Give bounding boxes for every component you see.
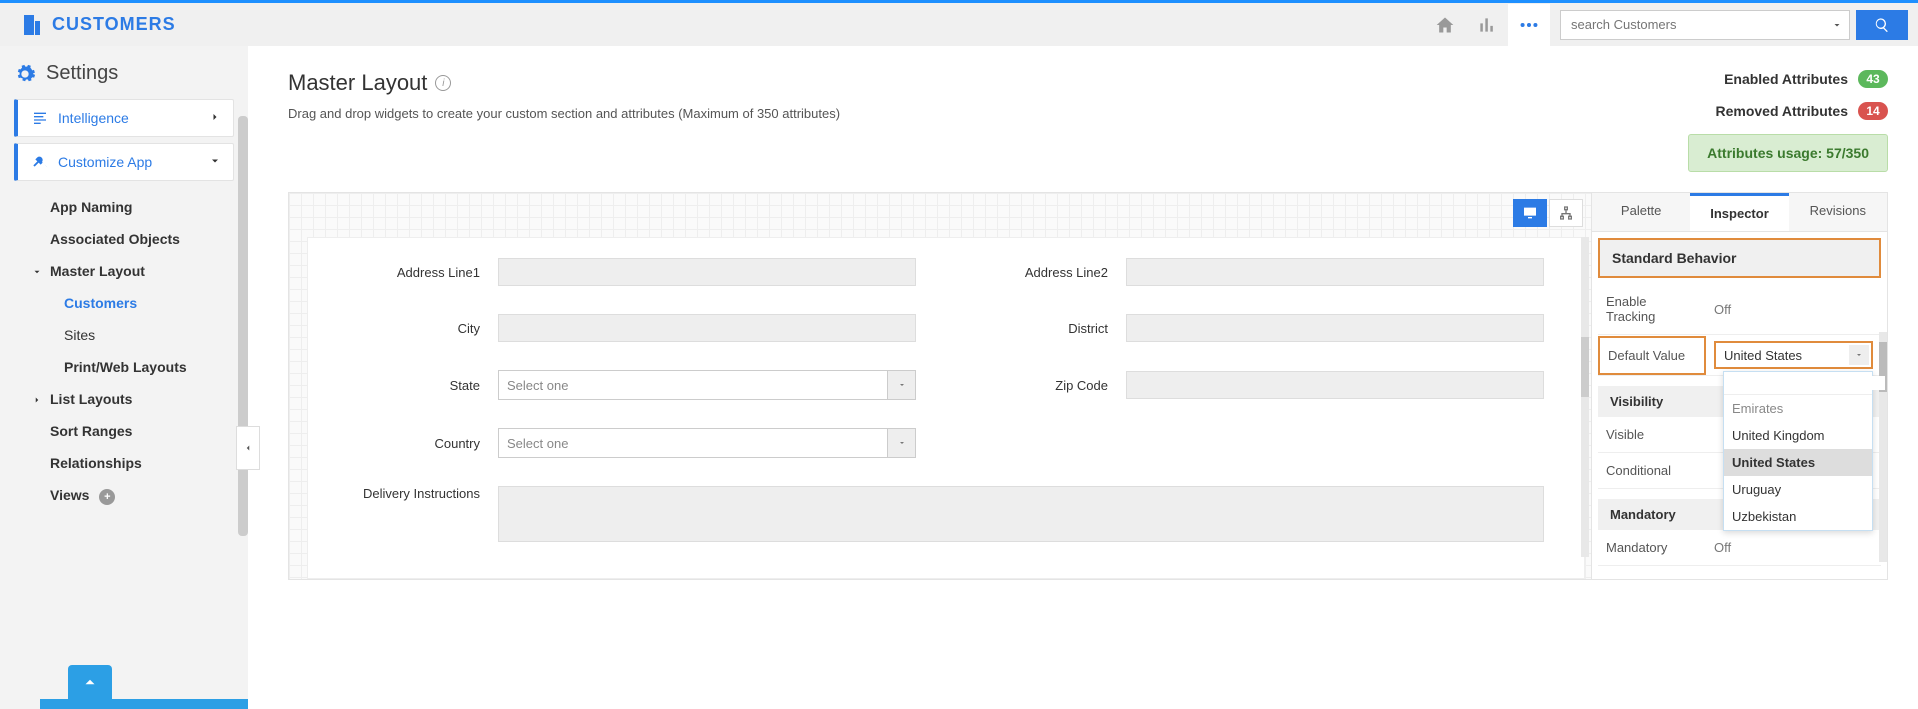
desktop-view-button[interactable] bbox=[1513, 199, 1547, 227]
dropdown-option[interactable]: Emirates bbox=[1724, 395, 1872, 422]
label-mandatory: Mandatory bbox=[1598, 530, 1706, 565]
nav-associated-objects[interactable]: Associated Objects bbox=[26, 223, 234, 255]
nav-views[interactable]: Views + bbox=[26, 479, 234, 513]
chevron-up-icon bbox=[81, 673, 99, 691]
search-input[interactable] bbox=[1560, 10, 1850, 40]
nav-sort-ranges[interactable]: Sort Ranges bbox=[26, 415, 234, 447]
nav-sites[interactable]: Sites bbox=[26, 319, 234, 351]
nav-print-web[interactable]: Print/Web Layouts bbox=[26, 351, 234, 383]
label-default-value: Default Value bbox=[1598, 336, 1706, 375]
more-icon[interactable] bbox=[1508, 4, 1550, 46]
nav-list-layouts[interactable]: List Layouts bbox=[26, 383, 234, 415]
label-city: City bbox=[348, 321, 498, 336]
chevron-down-icon bbox=[887, 371, 915, 399]
label-visible: Visible bbox=[1598, 417, 1706, 452]
chevron-right-icon bbox=[32, 392, 42, 408]
chevron-down-icon bbox=[1849, 345, 1869, 365]
intelligence-icon bbox=[30, 110, 50, 126]
tab-inspector[interactable]: Inspector bbox=[1690, 193, 1788, 231]
nav-customers[interactable]: Customers bbox=[26, 287, 234, 319]
form-panel: Address Line1 Address Line2 City Di bbox=[307, 237, 1585, 579]
chevron-right-icon bbox=[209, 110, 221, 126]
desktop-icon bbox=[1522, 205, 1538, 221]
dropdown-search-input[interactable] bbox=[1730, 376, 1885, 390]
chart-icon[interactable] bbox=[1466, 4, 1508, 46]
value-enable-tracking[interactable]: Off bbox=[1706, 296, 1881, 323]
removed-attributes: Removed Attributes 14 bbox=[1688, 102, 1888, 120]
label-address2: Address Line2 bbox=[976, 265, 1126, 280]
nav-master-layout[interactable]: Master Layout bbox=[26, 255, 234, 287]
building-icon bbox=[20, 13, 44, 37]
inspector-panel: Palette Inspector Revisions Standard Beh… bbox=[1591, 193, 1887, 579]
tools-icon bbox=[30, 154, 50, 170]
nav-relationships[interactable]: Relationships bbox=[26, 447, 234, 479]
nav-intelligence-label: Intelligence bbox=[58, 110, 129, 126]
input-zip[interactable] bbox=[1126, 371, 1544, 399]
tab-revisions[interactable]: Revisions bbox=[1789, 193, 1887, 231]
nav-app-naming[interactable]: App Naming bbox=[26, 191, 234, 223]
dropdown-option[interactable]: Uzbekistan bbox=[1724, 503, 1872, 530]
removed-badge: 14 bbox=[1858, 102, 1888, 120]
page-title: Master Layout i bbox=[288, 70, 840, 96]
nav-customize-app[interactable]: Customize App bbox=[14, 143, 234, 181]
label-zip: Zip Code bbox=[976, 378, 1126, 393]
hierarchy-icon bbox=[1558, 205, 1574, 221]
inspector-scrollbar[interactable] bbox=[1879, 332, 1887, 562]
label-delivery: Delivery Instructions bbox=[348, 486, 498, 503]
nav-customize-label: Customize App bbox=[58, 154, 152, 170]
input-city[interactable] bbox=[498, 314, 916, 342]
label-conditional: Conditional bbox=[1598, 453, 1706, 488]
collapse-button[interactable] bbox=[68, 665, 112, 699]
search-button[interactable] bbox=[1856, 10, 1908, 40]
tree-view-button[interactable] bbox=[1549, 199, 1583, 227]
sidebar-title: Settings bbox=[14, 62, 234, 85]
sidebar-collapse-handle[interactable] bbox=[236, 426, 260, 470]
tab-palette[interactable]: Palette bbox=[1592, 193, 1690, 231]
enabled-badge: 43 bbox=[1858, 70, 1888, 88]
chevron-down-icon bbox=[887, 429, 915, 457]
label-district: District bbox=[976, 321, 1126, 336]
input-address1[interactable] bbox=[498, 258, 916, 286]
dropdown-option-selected[interactable]: United States bbox=[1724, 449, 1872, 476]
chevron-down-icon bbox=[32, 264, 42, 280]
brand-label: CUSTOMERS bbox=[52, 14, 176, 35]
nav-intelligence[interactable]: Intelligence bbox=[14, 99, 234, 137]
inspector-section-standard-behavior: Standard Behavior bbox=[1598, 238, 1881, 278]
dropdown-option[interactable]: United Kingdom bbox=[1724, 422, 1872, 449]
canvas-wrap: Address Line1 Address Line2 City Di bbox=[288, 192, 1888, 580]
enabled-attributes: Enabled Attributes 43 bbox=[1688, 70, 1888, 88]
value-mandatory[interactable]: Off bbox=[1706, 534, 1881, 561]
sidebar: Settings Intelligence Customize App App … bbox=[0, 46, 248, 709]
nav-tree: App Naming Associated Objects Master Lay… bbox=[14, 187, 234, 513]
label-address1: Address Line1 bbox=[348, 265, 498, 280]
label-country: Country bbox=[348, 436, 498, 451]
select-state[interactable]: Select one bbox=[498, 370, 916, 400]
search-dropdown-toggle[interactable] bbox=[1824, 10, 1850, 40]
default-value-dropdown-list: Emirates United Kingdom United States Ur… bbox=[1723, 371, 1873, 531]
search-icon bbox=[1874, 17, 1890, 33]
dropdown-option[interactable]: Uruguay bbox=[1724, 476, 1872, 503]
default-value-dropdown[interactable]: United States bbox=[1714, 341, 1873, 369]
chevron-down-icon bbox=[209, 154, 221, 170]
input-address2[interactable] bbox=[1126, 258, 1544, 286]
gear-icon bbox=[14, 63, 36, 85]
plus-icon[interactable]: + bbox=[99, 489, 115, 505]
canvas-scrollbar[interactable] bbox=[1581, 237, 1589, 557]
sidebar-scrollbar[interactable] bbox=[238, 116, 248, 536]
info-icon[interactable]: i bbox=[435, 75, 451, 91]
input-district[interactable] bbox=[1126, 314, 1544, 342]
usage-banner: Attributes usage: 57/350 bbox=[1688, 134, 1888, 172]
label-state: State bbox=[348, 378, 498, 393]
label-enable-tracking: Enable Tracking bbox=[1598, 284, 1706, 334]
search-wrap bbox=[1560, 10, 1908, 40]
main: Master Layout i Drag and drop widgets to… bbox=[248, 46, 1918, 709]
page-subtitle: Drag and drop widgets to create your cus… bbox=[288, 106, 840, 121]
select-country[interactable]: Select one bbox=[498, 428, 916, 458]
layout-canvas[interactable]: Address Line1 Address Line2 City Di bbox=[289, 193, 1591, 579]
textarea-delivery[interactable] bbox=[498, 486, 1544, 542]
topbar: CUSTOMERS bbox=[0, 0, 1918, 46]
home-icon[interactable] bbox=[1424, 4, 1466, 46]
brand[interactable]: CUSTOMERS bbox=[20, 13, 176, 37]
